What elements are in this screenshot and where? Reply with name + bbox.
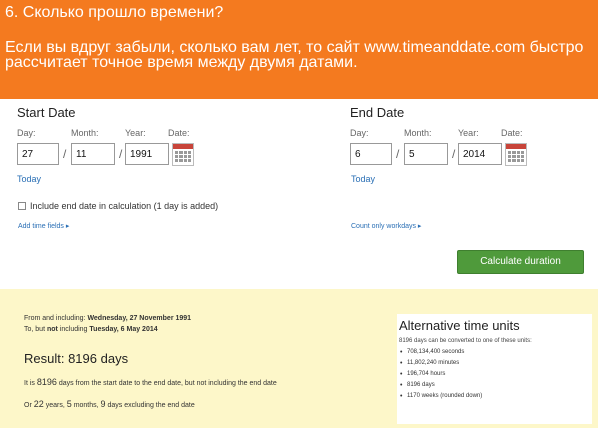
alternative-units-box: Alternative time units 8196 days can be …: [397, 314, 592, 424]
start-date-heading: Start Date: [17, 105, 76, 120]
banner-title: 6. Сколько прошло времени?: [5, 4, 224, 21]
end-year-label: Year:: [458, 128, 479, 138]
end-today-link[interactable]: Today: [351, 174, 375, 184]
include-end-date-label: Include end date in calculation (1 day i…: [30, 201, 219, 211]
end-day-input[interactable]: 6: [350, 143, 392, 165]
start-month-input[interactable]: 11: [71, 143, 115, 165]
end-date-label: Date:: [501, 128, 523, 138]
end-year-input[interactable]: 2014: [458, 143, 502, 165]
to-line: To, but not including Tuesday, 6 May 201…: [24, 326, 158, 333]
separator-slash: /: [396, 147, 400, 161]
start-month-label: Month:: [71, 128, 99, 138]
end-day-label: Day:: [350, 128, 369, 138]
list-item: 196,704 hours: [399, 369, 590, 380]
screenshot: 6. Сколько прошло времени? Если вы вдруг…: [0, 0, 598, 428]
end-date-heading: End Date: [350, 105, 405, 120]
divider: [0, 289, 598, 297]
list-item: 11,802,240 minutes: [399, 358, 590, 369]
result-description: It is 8196 days from the start date to t…: [24, 377, 277, 387]
banner-text: Если вы вдруг забыли, сколько вам лет, т…: [5, 39, 584, 71]
separator-slash: /: [452, 147, 456, 161]
list-item: 708,134,400 seconds: [399, 347, 590, 358]
calendar-icon[interactable]: [505, 143, 527, 166]
separator-slash: /: [63, 147, 67, 161]
separator-slash: /: [119, 147, 123, 161]
list-item: 8196 days: [399, 380, 590, 391]
calendar-icon[interactable]: [172, 143, 194, 166]
result-breakdown: Or 22 years, 5 months, 9 days excluding …: [24, 399, 195, 409]
include-end-date-option[interactable]: Include end date in calculation (1 day i…: [18, 201, 218, 211]
alternative-units-list: 708,134,400 seconds 11,802,240 minutes 1…: [399, 347, 590, 402]
count-workdays-link[interactable]: Count only workdays ▸: [351, 222, 421, 230]
add-time-fields-link[interactable]: Add time fields ▸: [18, 222, 69, 230]
orange-banner: 6. Сколько прошло времени? Если вы вдруг…: [0, 0, 598, 99]
alternative-units-intro: 8196 days can be converted to one of the…: [399, 338, 532, 344]
include-end-date-checkbox[interactable]: [18, 202, 26, 210]
start-year-input[interactable]: 1991: [125, 143, 169, 165]
result-title: Result: 8196 days: [24, 351, 129, 366]
alternative-units-heading: Alternative time units: [399, 318, 520, 333]
from-date: Wednesday, 27 November 1991: [87, 315, 192, 322]
from-line: From and including: Wednesday, 27 Novemb…: [24, 315, 192, 322]
end-month-input[interactable]: 5: [404, 143, 448, 165]
date-form: Start Date Day: Month: Year: Date: 27 / …: [0, 99, 598, 289]
list-item: 1170 weeks (rounded down): [399, 391, 590, 402]
start-day-input[interactable]: 27: [17, 143, 59, 165]
start-date-label: Date:: [168, 128, 190, 138]
start-today-link[interactable]: Today: [17, 174, 41, 184]
to-date: Tuesday, 6 May 2014: [89, 326, 158, 333]
start-date-column: Start Date Day: Month: Year: Date: 27 / …: [17, 105, 194, 167]
start-day-label: Day:: [17, 128, 36, 138]
results-panel: From and including: Wednesday, 27 Novemb…: [0, 297, 598, 428]
start-year-label: Year:: [125, 128, 146, 138]
calculate-duration-button[interactable]: Calculate duration: [457, 250, 584, 274]
end-month-label: Month:: [404, 128, 432, 138]
end-date-column: End Date Day: Month: Year: Date: 6 / 5 /…: [350, 105, 527, 167]
